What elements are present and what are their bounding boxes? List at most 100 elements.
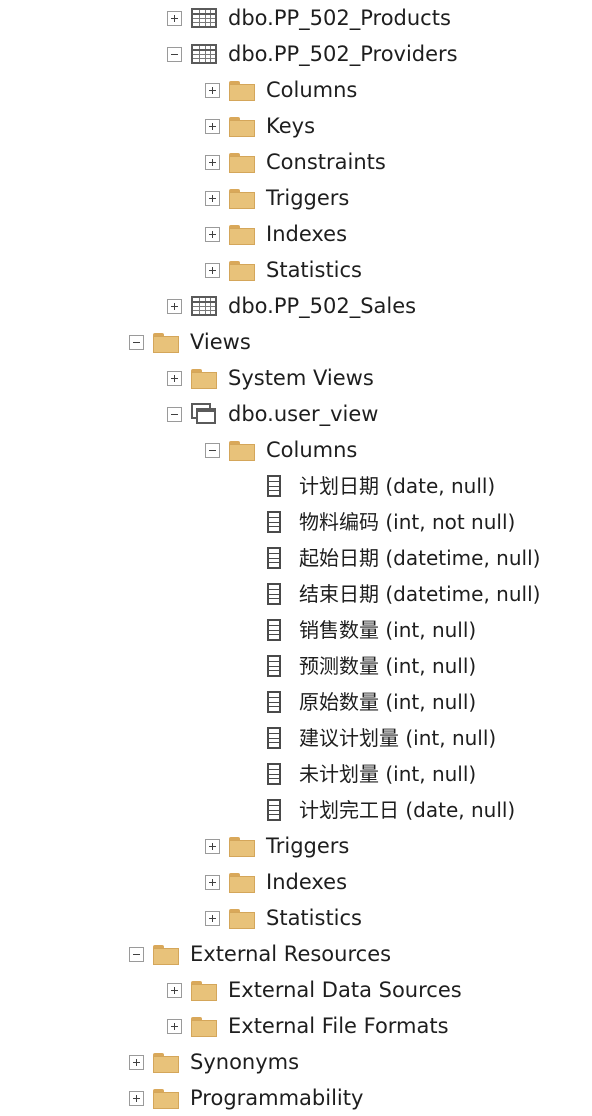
- expand-plus-icon[interactable]: [167, 1018, 182, 1034]
- tree-node-external-file-formats[interactable]: External File Formats: [167, 1008, 449, 1044]
- column-node[interactable]: 销售数量 (int, null): [243, 612, 476, 648]
- tree-node-dbo-pp-502-products[interactable]: dbo.PP_502_Products: [167, 0, 451, 36]
- tree-node-constraints[interactable]: Constraints: [205, 144, 386, 180]
- folder-icon: [229, 153, 255, 173]
- tree-node-label: dbo.PP_502_Sales: [228, 294, 417, 318]
- column-icon: [267, 511, 281, 533]
- expand-plus-icon[interactable]: [205, 118, 220, 134]
- tree-node-indexes[interactable]: Indexes: [205, 864, 347, 900]
- expand-plus-icon[interactable]: [205, 874, 220, 890]
- tree-node-label: Programmability: [190, 1086, 364, 1110]
- tree-node-label: Columns: [266, 438, 358, 462]
- expand-plus-icon[interactable]: [205, 82, 220, 98]
- folder-icon: [229, 909, 255, 929]
- table-icon: [191, 44, 217, 64]
- tree-node-label: External Data Sources: [228, 978, 462, 1002]
- column-node[interactable]: 未计划量 (int, null): [243, 756, 476, 792]
- tree-node-triggers[interactable]: Triggers: [205, 180, 349, 216]
- tree-node-label: 预测数量 (int, null): [299, 654, 477, 678]
- tree-node-label: Constraints: [266, 150, 386, 174]
- folder-icon: [191, 1017, 217, 1037]
- tree-node-columns[interactable]: Columns: [205, 432, 357, 468]
- expand-plus-icon[interactable]: [167, 298, 182, 314]
- folder-icon: [191, 369, 217, 389]
- folder-icon: [229, 837, 255, 857]
- expand-plus-icon[interactable]: [205, 838, 220, 854]
- collapse-minus-icon[interactable]: [129, 946, 144, 962]
- tree-node-synonyms[interactable]: Synonyms: [129, 1044, 299, 1080]
- tree-node-label: External File Formats: [228, 1014, 449, 1038]
- column-icon: [267, 691, 281, 713]
- column-node[interactable]: 物料编码 (int, not null): [243, 504, 515, 540]
- column-node[interactable]: 起始日期 (datetime, null): [243, 540, 540, 576]
- tree-node-label: System Views: [228, 366, 374, 390]
- column-icon: [267, 583, 281, 605]
- tree-node-columns[interactable]: Columns: [205, 72, 357, 108]
- tree-node-label: Triggers: [266, 186, 350, 210]
- expand-plus-icon[interactable]: [129, 1090, 144, 1106]
- tree-node-label: Indexes: [266, 222, 348, 246]
- table-icon: [191, 296, 217, 316]
- tree-node-label: Columns: [266, 78, 358, 102]
- tree-node-label: 结束日期 (datetime, null): [299, 582, 541, 606]
- tree-node-statistics[interactable]: Statistics: [205, 900, 362, 936]
- tree-node-programmability[interactable]: Programmability: [129, 1080, 363, 1116]
- collapse-minus-icon[interactable]: [167, 406, 182, 422]
- expand-plus-icon[interactable]: [167, 982, 182, 998]
- folder-icon: [153, 1053, 179, 1073]
- expand-plus-icon[interactable]: [167, 370, 182, 386]
- column-icon: [267, 619, 281, 641]
- expand-plus-icon[interactable]: [205, 226, 220, 242]
- tree-node-views[interactable]: Views: [129, 324, 251, 360]
- tree-node-system-views[interactable]: System Views: [167, 360, 374, 396]
- column-node[interactable]: 计划完工日 (date, null): [243, 792, 515, 828]
- column-node[interactable]: 原始数量 (int, null): [243, 684, 476, 720]
- expand-plus-icon[interactable]: [167, 10, 182, 26]
- collapse-minus-icon[interactable]: [205, 442, 220, 458]
- tree-node-label: 起始日期 (datetime, null): [299, 546, 541, 570]
- tree-node-label: Indexes: [266, 870, 348, 894]
- expand-plus-icon[interactable]: [205, 262, 220, 278]
- tree-node-statistics[interactable]: Statistics: [205, 252, 362, 288]
- column-node[interactable]: 建议计划量 (int, null): [243, 720, 496, 756]
- collapse-minus-icon[interactable]: [167, 46, 182, 62]
- expand-plus-icon[interactable]: [205, 190, 220, 206]
- folder-icon: [229, 81, 255, 101]
- tree-node-label: 计划完工日 (date, null): [299, 798, 516, 822]
- tree-node-indexes[interactable]: Indexes: [205, 216, 347, 252]
- tree-node-label: 计划日期 (date, null): [299, 474, 496, 498]
- tree-node-dbo-pp-502-sales[interactable]: dbo.PP_502_Sales: [167, 288, 416, 324]
- folder-icon: [229, 189, 255, 209]
- tree-node-label: 未计划量 (int, null): [299, 762, 477, 786]
- object-explorer-tree: dbo.PP_502_Products dbo.PP_502_Providers C…: [0, 0, 592, 1116]
- tree-node-external-data-sources[interactable]: External Data Sources: [167, 972, 462, 1008]
- folder-icon: [229, 117, 255, 137]
- column-icon: [267, 655, 281, 677]
- tree-node-label: Keys: [266, 114, 316, 138]
- column-node[interactable]: 预测数量 (int, null): [243, 648, 476, 684]
- column-icon: [267, 799, 281, 821]
- folder-icon: [153, 945, 179, 965]
- expand-plus-icon[interactable]: [129, 1054, 144, 1070]
- tree-node-label: 物料编码 (int, not null): [299, 510, 516, 534]
- tree-node-label: 原始数量 (int, null): [299, 690, 477, 714]
- column-node[interactable]: 结束日期 (datetime, null): [243, 576, 540, 612]
- tree-node-label: Synonyms: [190, 1050, 300, 1074]
- tree-node-label: External Resources: [190, 942, 392, 966]
- collapse-minus-icon[interactable]: [129, 334, 144, 350]
- tree-node-label: dbo.PP_502_Providers: [228, 42, 458, 66]
- expand-plus-icon[interactable]: [205, 154, 220, 170]
- tree-node-external-resources[interactable]: External Resources: [129, 936, 391, 972]
- tree-node-label: 建议计划量 (int, null): [299, 726, 497, 750]
- folder-icon: [229, 225, 255, 245]
- folder-icon: [153, 333, 179, 353]
- expand-plus-icon[interactable]: [205, 910, 220, 926]
- tree-node-dbo-user-view[interactable]: dbo.user_view: [167, 396, 378, 432]
- tree-node-label: Views: [190, 330, 251, 354]
- tree-node-dbo-pp-502-providers[interactable]: dbo.PP_502_Providers: [167, 36, 458, 72]
- column-icon: [267, 475, 281, 497]
- folder-icon: [229, 261, 255, 281]
- tree-node-triggers[interactable]: Triggers: [205, 828, 349, 864]
- column-node[interactable]: 计划日期 (date, null): [243, 468, 495, 504]
- tree-node-keys[interactable]: Keys: [205, 108, 315, 144]
